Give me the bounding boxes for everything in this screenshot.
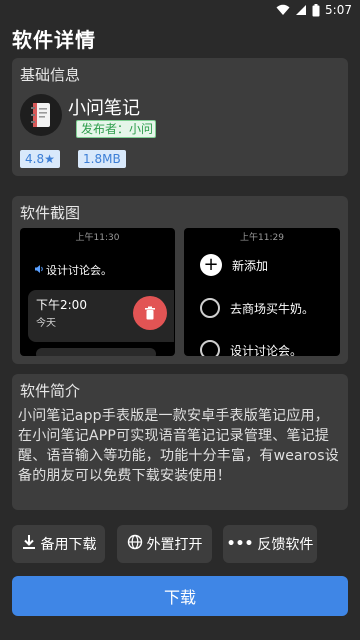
- publisher-badge: 发布者：小问: [76, 120, 157, 138]
- screenshot-2-time: 上午11:29: [240, 233, 284, 243]
- external-open-button[interactable]: 外置打开: [117, 525, 212, 563]
- notebook-icon: [31, 103, 50, 127]
- todo-row-2: 设计讨论会。: [200, 340, 302, 356]
- size-badge: 1.8MB: [78, 150, 126, 168]
- backup-download-label: 备用下载: [40, 537, 97, 553]
- basic-info-card: 基础信息 小问笔记 发布者：小问 4.8★ 1.8MB: [12, 58, 348, 176]
- app-name: 小问笔记: [68, 98, 140, 119]
- checkbox-icon: [200, 298, 220, 318]
- download-icon: [21, 534, 37, 554]
- status-bar: 5:07: [0, 0, 360, 22]
- todo-text-2: 设计讨论会。: [230, 343, 303, 357]
- intro-text: 小问笔记app手表版是一款安卓手表版笔记应用，在小问笔记APP可实现语音笔记记录…: [18, 408, 339, 484]
- more-dots-icon: •••: [226, 536, 254, 552]
- plus-icon: +: [200, 254, 222, 276]
- trash-icon: [145, 306, 155, 320]
- screenshot-1[interactable]: 上午11:30 设计讨论会。 下午2:00 今天: [20, 228, 175, 356]
- feedback-button[interactable]: ••• 反馈软件: [223, 525, 317, 563]
- voice-note-row: 设计讨论会。: [34, 262, 112, 278]
- page-title: 软件详情: [12, 28, 96, 52]
- screenshot-1-time: 上午11:30: [75, 233, 120, 243]
- external-open-label: 外置打开: [146, 537, 203, 553]
- reminder-time: 下午2:00: [36, 298, 87, 312]
- screenshots-card: 软件截图 上午11:30 设计讨论会。 下午2:00 今天 上午11:29 + …: [12, 196, 348, 364]
- speaker-icon: [34, 264, 44, 277]
- download-button[interactable]: 下载: [12, 576, 348, 616]
- voice-note-text: 设计讨论会。: [46, 264, 112, 277]
- reminder-day: 今天: [36, 318, 56, 329]
- todo-text-1: 去商场买牛奶。: [230, 301, 315, 316]
- status-time: 5:07: [325, 3, 352, 17]
- delete-button: [133, 296, 167, 330]
- wifi-icon: [276, 4, 290, 16]
- rating-badge: 4.8★: [20, 150, 60, 168]
- feedback-label: 反馈软件: [257, 537, 314, 553]
- basic-info-title: 基础信息: [20, 66, 81, 84]
- intro-title: 软件简介: [20, 382, 81, 400]
- globe-icon: [127, 534, 143, 554]
- next-item-peek: [36, 348, 156, 356]
- screenshot-2[interactable]: 上午11:29 + 新添加 去商场买牛奶。 设计讨论会。: [184, 228, 340, 356]
- status-icons: 5:07: [276, 3, 352, 17]
- intro-card: 软件简介 小问笔记app手表版是一款安卓手表版笔记应用，在小问笔记APP可实现语…: [12, 374, 348, 510]
- signal-icon: [295, 4, 307, 16]
- screenshots-title: 软件截图: [20, 204, 81, 222]
- backup-download-button[interactable]: 备用下载: [12, 525, 105, 563]
- app-icon: [20, 94, 62, 136]
- battery-icon: [312, 3, 320, 17]
- add-new-label: 新添加: [232, 258, 269, 273]
- todo-row-1: 去商场买牛奶。: [200, 298, 314, 318]
- add-new-row: + 新添加: [200, 254, 268, 276]
- checkbox-icon: [200, 340, 220, 356]
- reminder-item: 下午2:00 今天: [28, 290, 174, 342]
